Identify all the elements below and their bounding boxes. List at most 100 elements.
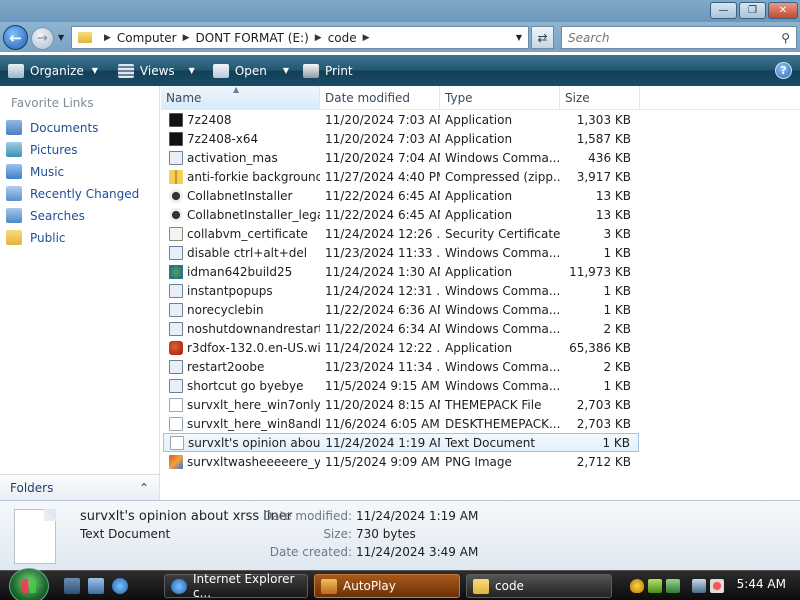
show-desktop-icon[interactable]	[64, 578, 80, 594]
file-name-cell: instantpopups	[163, 283, 320, 298]
breadcrumb-drive[interactable]: DONT FORMAT (E:)	[196, 31, 309, 45]
file-row[interactable]: CollabnetInstaller_lega... 11/22/2024 6:4…	[163, 205, 639, 224]
internet-explorer-icon[interactable]	[112, 578, 128, 594]
column-header-size[interactable]: Size	[560, 86, 640, 110]
file-row[interactable]: instantpopups 11/24/2024 12:31 ... Windows…	[163, 281, 639, 300]
file-name: r3dfox-132.0.en-US.wi...	[187, 340, 320, 355]
file-size: 13 KB	[595, 188, 631, 203]
file-row[interactable]: survxlt_here_win8andla... 11/6/2024 6:05 …	[163, 414, 639, 433]
file-date-modified: 11/20/2024 7:04 AM	[325, 150, 440, 165]
forward-arrow-icon: →	[37, 31, 48, 46]
favorite-link-public[interactable]: Public	[6, 230, 66, 245]
address-dropdown-icon[interactable]: ▼	[516, 33, 522, 42]
file-size: 436 KB	[588, 150, 631, 165]
clock[interactable]: 5:44 AM	[737, 577, 786, 591]
file-date-modified: 11/24/2024 1:30 AM	[325, 264, 440, 279]
file-date-modified: 11/24/2024 12:22 ...	[325, 340, 440, 355]
file-date-modified: 11/5/2024 9:09 AM	[325, 454, 440, 469]
zip-folder-icon	[169, 169, 183, 184]
file-row[interactable]: shortcut go byebye 11/5/2024 9:15 AM Windo…	[163, 376, 639, 395]
minimize-icon: —	[718, 5, 729, 16]
file-row[interactable]: 7z2408-x64 11/20/2024 7:03 AM Application 1…	[163, 129, 639, 148]
file-row[interactable]: restart2oobe 11/23/2024 11:34 ... Windows …	[163, 357, 639, 376]
file-row[interactable]: survxltwasheeeeere_yay 11/5/2024 9:09 AM P…	[163, 452, 639, 471]
volume-muted-icon[interactable]	[710, 579, 724, 593]
close-button[interactable]: ✕	[768, 2, 798, 19]
details-filename: survxlt's opinion about xrss liner	[80, 509, 293, 524]
open-button[interactable]: Open ▼	[207, 55, 295, 86]
help-button[interactable]: ?	[775, 62, 792, 79]
favorite-link-pictures[interactable]: Pictures	[6, 142, 78, 157]
breadcrumb-separator-icon[interactable]: ▶	[315, 33, 322, 43]
breadcrumb-computer[interactable]: Computer	[117, 31, 177, 45]
file-type: Windows Comma...	[445, 150, 560, 165]
breadcrumb-separator-icon[interactable]: ▶	[104, 33, 111, 43]
favorite-link-music[interactable]: Music	[6, 164, 64, 179]
refresh-button[interactable]: ⇄	[531, 26, 554, 49]
security-shield-icon[interactable]	[630, 579, 644, 593]
file-type: Security Certificate	[445, 226, 560, 241]
start-button[interactable]	[9, 568, 49, 600]
file-name-cell: norecyclebin	[163, 302, 320, 317]
file-size: 1 KB	[603, 302, 631, 317]
views-button[interactable]: Views ▼	[112, 55, 201, 86]
taskbar-button-code[interactable]: code	[466, 574, 612, 598]
file-row[interactable]: anti-forkie backgrounds 11/27/2024 4:40 P…	[163, 167, 639, 186]
back-button[interactable]: ←	[3, 25, 28, 50]
favorite-link-searches[interactable]: Searches	[6, 208, 85, 223]
file-row[interactable]: survxlt_here_win7only.... 11/20/2024 8:15…	[163, 395, 639, 414]
chevron-down-icon: ▼	[188, 66, 195, 75]
column-header-type[interactable]: Type	[440, 86, 560, 110]
search-input[interactable]	[568, 30, 768, 45]
favorite-link-recently-changed[interactable]: Recently Changed	[6, 186, 139, 201]
file-size: 1,303 KB	[576, 112, 631, 127]
file-date-modified: 11/20/2024 7:03 AM	[325, 131, 440, 146]
folder-icon	[473, 578, 489, 594]
file-row[interactable]: noshutdownandrestart 11/22/2024 6:34 AM Wi…	[163, 319, 639, 338]
address-bar[interactable]: ▶ Computer ▶ DONT FORMAT (E:) ▶ code ▶ ▼	[71, 26, 529, 49]
switch-windows-icon[interactable]	[88, 578, 104, 594]
taskbar-button-autoplay[interactable]: AutoPlay	[314, 574, 460, 598]
minimize-button[interactable]: —	[710, 2, 737, 19]
autoplay-icon	[321, 578, 337, 594]
maximize-button[interactable]: ❐	[739, 2, 766, 19]
file-row[interactable]: norecyclebin 11/22/2024 6:36 AM Windows Co…	[163, 300, 639, 319]
forward-button[interactable]: →	[31, 27, 54, 50]
recent-pages-dropdown[interactable]: ▼	[58, 33, 64, 42]
sort-ascending-icon: ▲	[233, 85, 240, 94]
folders-toggle[interactable]: Folders ⌃	[0, 474, 159, 500]
column-header-date-modified[interactable]: Date modified	[320, 86, 440, 110]
file-size: 1 KB	[603, 283, 631, 298]
file-row[interactable]: collabvm_certificate 11/24/2024 12:26 ...…	[163, 224, 639, 243]
favorite-links-heading: Favorite Links	[11, 96, 94, 110]
network-icon[interactable]	[666, 579, 680, 593]
display-icon[interactable]	[692, 579, 706, 593]
breadcrumb-code[interactable]: code	[328, 31, 357, 45]
search-box[interactable]: ⚲	[561, 26, 797, 49]
checkmark-icon[interactable]	[648, 579, 662, 593]
organize-button[interactable]: Organize ▼	[0, 55, 104, 86]
column-header-filler	[640, 86, 800, 110]
file-row[interactable]: 7z2408 11/20/2024 7:03 AM Application 1,303…	[163, 110, 639, 129]
file-row[interactable]: activation_mas 11/20/2024 7:04 AM Windows …	[163, 148, 639, 167]
file-row[interactable]: r3dfox-132.0.en-US.wi... 11/24/2024 12:22…	[163, 338, 639, 357]
file-size: 1 KB	[603, 245, 631, 260]
file-name-cell: CollabnetInstaller	[163, 188, 320, 203]
file-row[interactable]: idman642build25 11/24/2024 1:30 AM Applica…	[163, 262, 639, 281]
favorite-link-documents[interactable]: Documents	[6, 120, 98, 135]
column-header-name[interactable]: ▲ Name	[161, 85, 320, 110]
breadcrumb-separator-icon[interactable]: ▶	[363, 33, 370, 43]
search-icon[interactable]: ⚲	[781, 31, 790, 45]
file-row[interactable]: disable ctrl+alt+del 11/23/2024 11:33 ...…	[163, 243, 639, 262]
print-button[interactable]: Print	[297, 55, 359, 86]
file-row[interactable]: CollabnetInstaller 11/22/2024 6:45 AM Appl…	[163, 186, 639, 205]
breadcrumb-separator-icon[interactable]: ▶	[183, 33, 190, 43]
file-date-modified: 11/22/2024 6:45 AM	[325, 188, 440, 203]
file-name: survxlt_here_win7only....	[187, 397, 320, 412]
file-name-cell: survxlt_here_win8andla...	[163, 416, 320, 431]
taskbar-button-internet-explorer[interactable]: Internet Explorer c...	[164, 572, 308, 600]
file-row[interactable]: survxlt's opinion about... 11/24/2024 1:1…	[163, 433, 639, 452]
themepack-icon	[169, 416, 183, 431]
file-date-modified: 11/6/2024 6:05 AM	[325, 416, 440, 431]
file-size: 2,703 KB	[576, 416, 631, 431]
